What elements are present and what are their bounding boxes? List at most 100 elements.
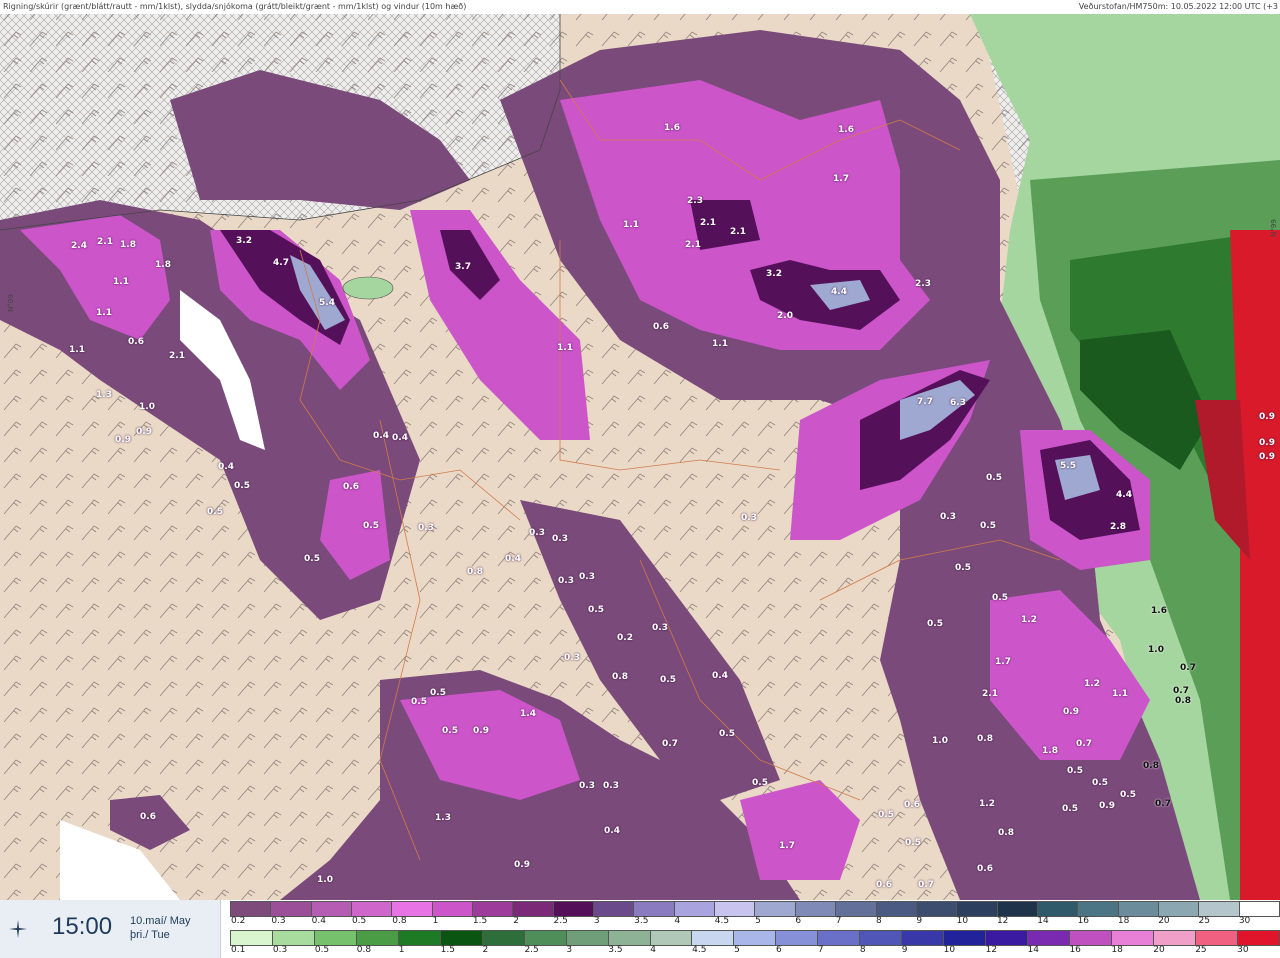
- precip-value-label: 4.4: [1116, 490, 1132, 500]
- precip-value-label: 1.2: [1021, 615, 1037, 625]
- precip-value-label: 1.2: [979, 799, 995, 809]
- rain-scale-label: 4: [650, 945, 656, 955]
- precip-value-label: 0.9: [473, 726, 489, 736]
- forecast-time: 15:00: [52, 913, 113, 940]
- rain-scale-label: 8: [859, 945, 866, 955]
- latitude-label: N°09: [6, 294, 15, 312]
- precip-value-label: 0.5: [986, 473, 1002, 483]
- rain-scale-swatch: [356, 931, 399, 945]
- snow-scale-label: 4.5: [714, 916, 730, 926]
- precip-value-label: 0.3: [529, 528, 545, 538]
- precip-value-label: 0.5: [411, 697, 427, 707]
- precip-value-label: 0.6: [904, 800, 920, 810]
- precip-value-label: 0.4: [392, 433, 408, 443]
- header-bar: Rigning/skúrir (grænt/blátt/rautt - mm/1…: [0, 0, 1280, 14]
- precip-value-label: 0.6: [977, 864, 993, 874]
- precip-value-label: 0.3: [552, 534, 568, 544]
- snow-scale-swatch: [1078, 902, 1119, 916]
- snow-scale-swatch: [1118, 902, 1159, 916]
- snow-scale-swatch: [674, 902, 716, 916]
- rain-scale-swatch: [902, 931, 945, 945]
- play-icon[interactable]: [8, 919, 28, 939]
- rain-scale-label: 20: [1153, 945, 1165, 955]
- rain-scale-swatch: [440, 931, 483, 945]
- rain-scale-swatch: [944, 931, 987, 945]
- precip-value-label: 0.8: [1143, 761, 1159, 771]
- rain-scale-label: 0.8: [356, 945, 372, 955]
- precip-value-label: 1.0: [1148, 645, 1164, 655]
- rain-scale-label: 16: [1069, 945, 1081, 955]
- snow-color-scale: [230, 901, 1280, 917]
- rain-scale-label: 9: [901, 945, 908, 955]
- precip-value-label: 0.3: [603, 781, 619, 791]
- precip-value-label: 0.4: [712, 671, 728, 681]
- precip-value-label: 0.5: [588, 605, 604, 615]
- precip-value-label: 1.1: [557, 343, 573, 353]
- rain-scale-label: 5: [734, 945, 740, 955]
- precip-value-label: 1.1: [1112, 689, 1128, 699]
- snow-scale-swatch: [836, 902, 877, 916]
- snow-scale-swatch: [271, 902, 312, 916]
- rain-scale-swatch: [1070, 931, 1113, 945]
- snow-scale-swatch: [1239, 902, 1279, 916]
- precip-value-label: 0.6: [140, 812, 156, 822]
- precip-value-label: 0.5: [752, 778, 768, 788]
- rain-scale-label: 18: [1111, 945, 1123, 955]
- rain-scale-label: 0.1: [231, 945, 246, 955]
- snow-scale-label: 3: [593, 916, 600, 926]
- precip-value-label: 0.5: [1092, 778, 1108, 788]
- precip-value-label: 0.9: [514, 860, 530, 870]
- footer-panel: 15:00 10.maí/ May þri./ Tue 0.2 0.3 0.4 0.5…: [0, 900, 1280, 958]
- precip-value-label: 0.9: [1099, 801, 1115, 811]
- precip-value-label: 2.1: [685, 240, 701, 250]
- precip-value-label: 0.5: [1062, 804, 1078, 814]
- precip-value-label: 0.7: [1155, 799, 1171, 809]
- precip-value-label: 0.5: [442, 726, 458, 736]
- precip-value-label: 7.7: [917, 397, 933, 407]
- rain-scale-swatch: [1195, 931, 1238, 945]
- precip-value-label: 1.7: [833, 174, 849, 184]
- precip-value-label: 5.5: [1060, 461, 1076, 471]
- snow-scale-label: 0.2: [231, 916, 246, 926]
- snow-scale-labels: 0.2 0.3 0.4 0.5 0.8 1 1.5 2 2.5 3 3.5 4 4.5 5 6 7 8 9 10 12…: [230, 916, 1278, 927]
- precipitation-map[interactable]: 2.4 2.1 1.8 1.8 1.1 1.1 0.6 1.1 2.1 1.3 1.0 0.9 0.9 3…: [0, 14, 1280, 900]
- precip-value-label: 0.3: [579, 781, 595, 791]
- precip-value-label: 6.3: [950, 398, 966, 408]
- precip-value-label: 0.8: [467, 567, 483, 577]
- snow-scale-swatch: [1158, 902, 1200, 916]
- snow-scale-label: 5: [755, 916, 761, 926]
- rain-scale-label: 7: [817, 945, 824, 955]
- rain-scale-swatch: [524, 931, 567, 945]
- snow-scale-label: 30: [1238, 916, 1251, 926]
- precip-value-label: 1.1: [623, 220, 639, 230]
- precip-value-label: 0.5: [905, 838, 921, 848]
- precip-value-label: 2.1: [169, 351, 185, 361]
- rain-scale-labels: 0.1 0.3 0.5 0.8 1 1.5 2 2.5 3 3.5 4 4.5 5 6 7 8 9 10 12 14 1…: [230, 945, 1278, 956]
- precip-value-label: 2.1: [982, 689, 998, 699]
- precip-value-label: 1.1: [712, 339, 728, 349]
- precip-value-label: 0.4: [218, 462, 234, 472]
- precip-value-label: 0.4: [505, 554, 521, 564]
- snow-scale-label: 14: [1037, 916, 1049, 926]
- rain-scale-label: 4.5: [692, 945, 707, 955]
- precip-value-label: 0.5: [878, 810, 894, 820]
- rain-scale-swatch: [314, 931, 357, 945]
- precip-value-label: 0.8: [1175, 696, 1191, 706]
- snow-scale-label: 8: [876, 916, 882, 926]
- rain-scale-swatch: [1153, 931, 1196, 945]
- rain-scale-swatch: [818, 931, 861, 945]
- snow-scale-label: 4: [674, 916, 681, 926]
- precip-value-label: 0.7: [1076, 739, 1092, 749]
- precip-value-label: 1.6: [838, 125, 854, 135]
- precip-value-label: 0.9: [115, 435, 131, 445]
- rain-scale-swatch: [566, 931, 609, 945]
- rain-scale-swatch: [986, 931, 1029, 945]
- rain-scale-swatch: [231, 931, 273, 945]
- rain-scale-swatch: [482, 931, 525, 945]
- forecast-date: 10.maí/ May þri./ Tue: [130, 914, 191, 942]
- rain-scale-label: 12: [985, 945, 998, 955]
- time-panel: 15:00 10.maí/ May þri./ Tue: [0, 900, 221, 958]
- rain-scale-swatch: [776, 931, 819, 945]
- precip-value-label: 0.6: [876, 880, 892, 890]
- snow-scale-label: 1.5: [472, 916, 488, 926]
